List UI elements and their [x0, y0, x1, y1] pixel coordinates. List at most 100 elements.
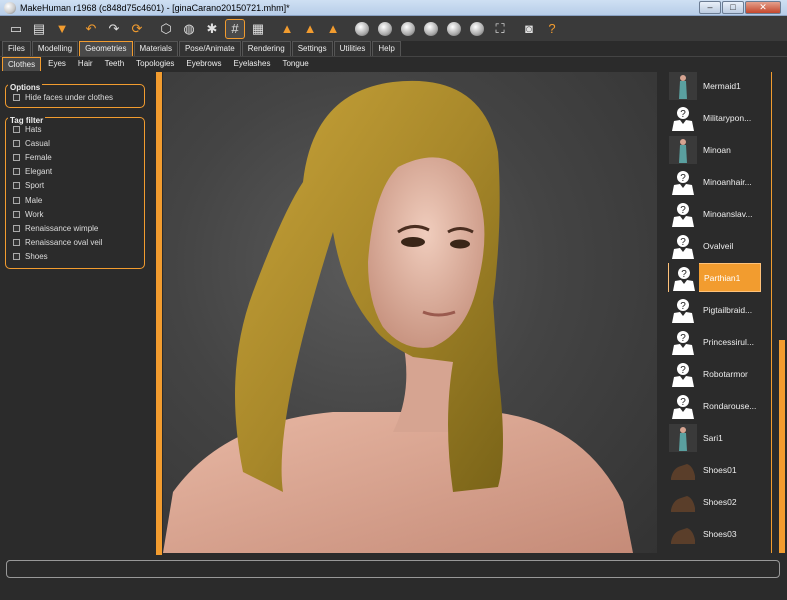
tag-checkbox[interactable]: Male — [6, 193, 144, 207]
left-view-icon[interactable]: ▲ — [323, 19, 343, 39]
smooth-icon[interactable]: ◍ — [179, 19, 199, 39]
clothes-item[interactable]: ? Robotarmor — [668, 359, 761, 388]
redo-icon[interactable]: ↷ — [104, 19, 124, 39]
clothes-item[interactable]: Sari1 — [668, 423, 761, 452]
tag-checkbox[interactable]: Sport — [6, 179, 144, 193]
subtab-clothes[interactable]: Clothes — [2, 57, 42, 71]
notfound-thumbnail-icon: ? — [668, 327, 698, 356]
tag-checkbox[interactable]: Female — [6, 150, 144, 164]
subtab-eyes[interactable]: Eyes — [43, 57, 71, 71]
tag-checkbox[interactable]: Elegant — [6, 165, 144, 179]
reset-camera-icon[interactable]: ⛶ — [490, 19, 510, 39]
notfound-thumbnail-icon: ? — [668, 167, 698, 196]
svg-text:?: ? — [680, 397, 686, 408]
clothes-item[interactable]: Shoes03 — [668, 519, 761, 548]
status-bar — [6, 560, 780, 578]
bottom-view-icon[interactable] — [398, 19, 418, 39]
clothes-item[interactable]: ? Princessirul... — [668, 327, 761, 356]
tag-label: Shoes — [25, 252, 48, 262]
tab-pose-animate[interactable]: Pose/Animate — [178, 41, 241, 56]
clothes-item-label: Shoes02 — [703, 496, 737, 507]
subtab-topologies[interactable]: Topologies — [131, 57, 179, 71]
main-tabs: Files Modelling Geometries Materials Pose/An… — [0, 41, 787, 56]
clothes-item[interactable]: ? Minoanhair... — [668, 167, 761, 196]
subtab-tongue[interactable]: Tongue — [277, 57, 313, 71]
tag-checkbox[interactable]: Casual — [6, 136, 144, 150]
top-view-icon[interactable] — [375, 19, 395, 39]
clothes-item[interactable]: Minoan — [668, 135, 761, 164]
checker-icon[interactable]: ▦ — [248, 19, 268, 39]
human-model — [163, 80, 633, 553]
tag-checkbox[interactable]: Shoes — [6, 250, 144, 264]
clothes-item-label: Pigtailbraid... — [703, 304, 753, 315]
hide-faces-label: Hide faces under clothes — [25, 92, 114, 102]
tag-checkbox[interactable]: Renaissance wimple — [6, 221, 144, 235]
tab-files[interactable]: Files — [2, 41, 31, 56]
shoe-thumbnail-icon — [668, 519, 698, 548]
reset-icon[interactable]: ⟳ — [127, 19, 147, 39]
checkbox-icon — [13, 253, 20, 261]
sphere-view-icon[interactable] — [444, 19, 464, 39]
front-view-icon[interactable]: ▲ — [277, 19, 297, 39]
checkbox-icon — [13, 153, 20, 161]
clothes-item[interactable]: ? Militarypon... — [668, 103, 761, 132]
clothes-item[interactable]: ? Rondarouse... — [668, 391, 761, 420]
close-button[interactable]: ✕ — [745, 0, 781, 14]
side-view-icon[interactable] — [421, 19, 441, 39]
tab-materials[interactable]: Materials — [133, 41, 178, 56]
clothes-item-label: Militarypon... — [703, 112, 752, 123]
wireframe-icon[interactable]: ⬡ — [156, 19, 176, 39]
tab-geometries[interactable]: Geometries — [79, 41, 133, 56]
tab-utilities[interactable]: Utilities — [333, 41, 372, 56]
tag-checkbox[interactable]: Renaissance oval veil — [6, 236, 144, 250]
right-eye-shape — [450, 239, 470, 249]
save-icon[interactable]: ▭ — [6, 19, 26, 39]
clothes-list-scrollbar[interactable] — [779, 340, 785, 553]
undo-icon[interactable]: ↶ — [81, 19, 101, 39]
subtab-eyebrows[interactable]: Eyebrows — [181, 57, 226, 71]
pose-icon[interactable]: ✱ — [202, 19, 222, 39]
screenshot-icon[interactable]: ◙ — [519, 19, 539, 39]
svg-text:?: ? — [681, 269, 687, 280]
subtab-hair[interactable]: Hair — [73, 57, 98, 71]
left-panel-scrollbar[interactable] — [156, 72, 162, 555]
clothes-item[interactable]: Shoes02 — [668, 487, 761, 516]
sub-tabs: Clothes Eyes Hair Teeth Topologies Eyebrows Ey… — [0, 56, 787, 71]
svg-text:?: ? — [680, 301, 686, 312]
subtab-eyelashes[interactable]: Eyelashes — [229, 57, 276, 71]
tab-help[interactable]: Help — [372, 41, 401, 56]
clothes-item[interactable]: ? Ovalveil — [668, 231, 761, 260]
load-icon[interactable]: ▤ — [29, 19, 49, 39]
export-icon[interactable]: ▼ — [52, 19, 72, 39]
right-view-icon[interactable] — [352, 19, 372, 39]
tag-label: Elegant — [25, 167, 53, 177]
clothes-item[interactable]: Mermaid1 — [668, 72, 761, 100]
title-bar: MakeHuman r1968 (c848d75c4601) - [ginaCa… — [0, 0, 787, 16]
notfound-thumbnail-icon: ? — [668, 359, 698, 388]
shoe-thumbnail-icon — [668, 455, 698, 484]
split-view-icon[interactable] — [467, 19, 487, 39]
tab-settings[interactable]: Settings — [291, 41, 333, 56]
back-view-icon[interactable]: ▲ — [300, 19, 320, 39]
checkbox-icon — [13, 210, 20, 218]
clothes-item[interactable]: Shoes01 — [668, 455, 761, 484]
tab-modelling[interactable]: Modelling — [31, 41, 79, 56]
tab-rendering[interactable]: Rendering — [241, 41, 291, 56]
3d-viewport[interactable] — [163, 72, 657, 553]
help-icon[interactable]: ? — [542, 19, 562, 39]
tag-filter-group: Tag filter Hats Casual Female Elegant Sport M… — [5, 116, 145, 269]
options-title: Options — [8, 83, 43, 92]
clothes-item[interactable]: ? Parthian1 — [668, 263, 761, 292]
subtab-teeth[interactable]: Teeth — [100, 57, 130, 71]
grid-icon[interactable]: # — [225, 18, 245, 39]
clothes-item[interactable]: ? Minoanslav... — [668, 199, 761, 228]
hide-faces-checkbox[interactable]: Hide faces under clothes — [6, 90, 144, 104]
tag-label: Female — [25, 152, 52, 162]
tag-checkbox[interactable]: Work — [6, 207, 144, 221]
tag-label: Sport — [25, 181, 45, 191]
clothes-item[interactable]: ? Pigtailbraid... — [668, 295, 761, 324]
maximize-button[interactable]: □ — [722, 0, 744, 14]
notfound-thumbnail-icon: ? — [668, 295, 698, 324]
checkbox-icon — [13, 196, 20, 204]
minimize-button[interactable]: ‒ — [699, 0, 721, 14]
